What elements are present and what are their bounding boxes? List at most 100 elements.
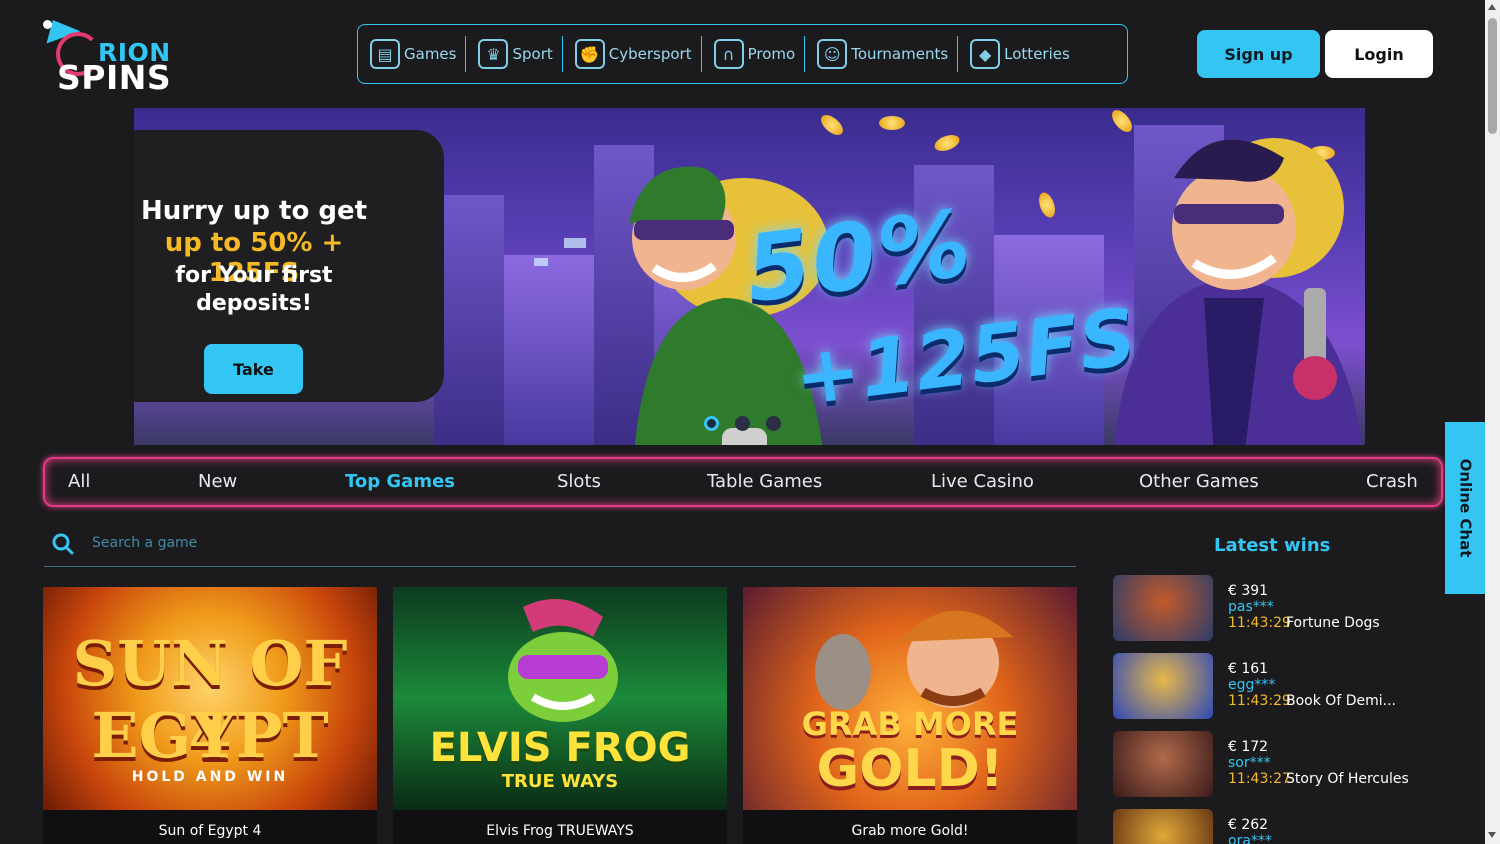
game-card[interactable]: ELVIS FROG TRUE WAYS Elvis Frog TRUEWAYS	[393, 587, 727, 844]
nav-item-tournaments[interactable]: ☺ Tournaments	[805, 36, 959, 72]
win-amount: € 262	[1228, 817, 1269, 833]
carousel-dot[interactable]	[735, 416, 750, 431]
game-thumbnail[interactable]: SUN OF 4 EGYPT HOLD AND WIN	[43, 587, 377, 810]
nav-item-label: Tournaments	[851, 45, 949, 63]
tab-crash[interactable]: Crash	[1366, 471, 1418, 492]
nav-item-label: Games	[404, 45, 457, 63]
tab-other-games[interactable]: Other Games	[1139, 471, 1259, 492]
slot-machine-icon: ▤	[370, 39, 400, 69]
tab-live-casino[interactable]: Live Casino	[931, 471, 1034, 492]
online-chat-label: Online Chat	[1456, 458, 1474, 558]
hat-pompom	[43, 20, 52, 29]
logo-text-spins: SPINS	[57, 58, 172, 97]
nav-item-games[interactable]: ▤ Games	[358, 36, 467, 72]
win-amount: € 172	[1228, 739, 1269, 755]
win-user: ora***	[1228, 833, 1272, 844]
win-user: pas***	[1228, 599, 1274, 615]
win-game-name[interactable]: Story Of Hercules	[1286, 771, 1409, 787]
latest-wins-title: Latest wins	[1214, 535, 1331, 556]
frog-illustration	[508, 599, 618, 722]
coin	[1035, 190, 1059, 220]
nav-item-label: Cybersport	[608, 45, 692, 63]
win-row[interactable]: € 161 egg*** 11:43:29 Book Of Demi...	[1113, 653, 1443, 719]
carousel-dot[interactable]	[704, 416, 719, 431]
building-window	[564, 238, 586, 248]
search-input[interactable]	[92, 535, 992, 551]
game-thumbnail[interactable]: GRAB MORE GOLD!	[743, 587, 1077, 810]
take-button[interactable]: Take	[204, 344, 303, 394]
win-game-thumbnail[interactable]	[1113, 653, 1213, 719]
game-art-subtitle: HOLD AND WIN	[131, 769, 289, 785]
scroll-up-arrow-icon[interactable]	[1488, 4, 1496, 10]
promo-line-3: for Your first	[175, 263, 333, 288]
win-amount: € 391	[1228, 583, 1269, 599]
win-row[interactable]: € 172 sor*** 11:43:27 Story Of Hercules	[1113, 731, 1443, 797]
coin	[932, 131, 962, 155]
win-user: sor***	[1228, 755, 1271, 771]
promo-line-4: deposits!	[196, 291, 312, 316]
scrollbar[interactable]	[1485, 0, 1500, 844]
scroll-down-arrow-icon[interactable]	[1488, 832, 1496, 838]
carousel-dots	[704, 416, 781, 431]
promo-banner[interactable]: 50% +125FS Hurry up to get up to 50% + 1…	[134, 108, 1365, 445]
skyline-building	[504, 255, 594, 445]
building-window	[534, 258, 548, 266]
nav-item-label: Lotteries	[1004, 45, 1070, 63]
win-row[interactable]: € 262 ora***	[1113, 809, 1443, 844]
search-bar	[44, 525, 1076, 567]
login-button[interactable]: Login	[1325, 30, 1433, 78]
win-time: 11:43:29	[1228, 693, 1291, 709]
promo-line-1: Hurry up to get	[140, 196, 368, 226]
game-art-title: GRAB MORE	[801, 705, 1019, 743]
tab-slots[interactable]: Slots	[557, 471, 601, 492]
nav-item-cybersport[interactable]: ✊ Cybersport	[563, 36, 702, 72]
win-game-name[interactable]: Fortune Dogs	[1286, 615, 1380, 631]
tab-table-games[interactable]: Table Games	[707, 471, 822, 492]
coin	[879, 116, 905, 130]
win-user: egg***	[1228, 677, 1276, 693]
game-card[interactable]: SUN OF 4 EGYPT HOLD AND WIN Sun of Egypt…	[43, 587, 377, 844]
win-game-thumbnail[interactable]	[1113, 575, 1213, 641]
online-chat-button[interactable]: Online Chat	[1445, 422, 1485, 594]
win-game-thumbnail[interactable]	[1113, 731, 1213, 797]
signup-button[interactable]: Sign up	[1197, 30, 1320, 78]
game-card[interactable]: GRAB MORE GOLD! Grab more Gold!	[743, 587, 1077, 844]
diamond-icon: ◆	[970, 39, 1001, 69]
logo[interactable]: RION SPINS	[39, 12, 182, 97]
page: RION SPINS ▤ Games ♛ Sport ✊ Cybersport …	[0, 0, 1500, 844]
game-name: Grab more Gold!	[851, 823, 969, 839]
main-nav: ▤ Games ♛ Sport ✊ Cybersport ∩ Promo ☺ T…	[357, 24, 1128, 84]
search-icon[interactable]	[52, 533, 74, 555]
carousel-dot[interactable]	[766, 416, 781, 431]
horseshoe-icon: ∩	[713, 39, 744, 69]
scrollbar-thumb[interactable]	[1488, 18, 1497, 134]
mascot-icon: ☺	[817, 39, 848, 69]
win-time: 11:43:27	[1228, 771, 1291, 787]
nav-item-lotteries[interactable]: ◆ Lotteries	[958, 36, 1079, 72]
thief-purple-illustration	[1115, 138, 1363, 445]
miner-illustration	[815, 610, 1013, 710]
tab-new[interactable]: New	[198, 471, 237, 492]
win-amount: € 161	[1228, 661, 1269, 677]
nav-item-label: Sport	[512, 45, 553, 63]
win-game-thumbnail[interactable]	[1113, 809, 1213, 844]
skyline-building	[434, 195, 504, 445]
win-game-name[interactable]: Book Of Demi...	[1286, 693, 1396, 709]
gamepad-hand-icon: ✊	[574, 39, 605, 69]
tab-all[interactable]: All	[68, 471, 90, 492]
coin	[817, 111, 847, 139]
game-name: Sun of Egypt 4	[158, 823, 262, 839]
nav-item-promo[interactable]: ∩ Promo	[702, 36, 806, 72]
game-art-subtitle: TRUE WAYS	[501, 771, 619, 792]
nav-item-label: Promo	[747, 45, 796, 63]
game-art-title: EGYPT	[91, 699, 329, 772]
tab-top-games[interactable]: Top Games	[345, 471, 455, 492]
trophy-icon: ♛	[478, 39, 509, 69]
game-art-title: ELVIS FROG	[429, 725, 691, 771]
game-name: Elvis Frog TRUEWAYS	[486, 823, 634, 839]
nav-item-sport[interactable]: ♛ Sport	[466, 36, 563, 72]
game-thumbnail[interactable]: ELVIS FROG TRUE WAYS	[393, 587, 727, 810]
game-art-title: GOLD!	[816, 739, 1004, 799]
promo-card: Hurry up to get up to 50% + 125FS for Yo…	[134, 130, 444, 402]
win-row[interactable]: € 391 pas*** 11:43:29 Fortune Dogs	[1113, 575, 1443, 641]
